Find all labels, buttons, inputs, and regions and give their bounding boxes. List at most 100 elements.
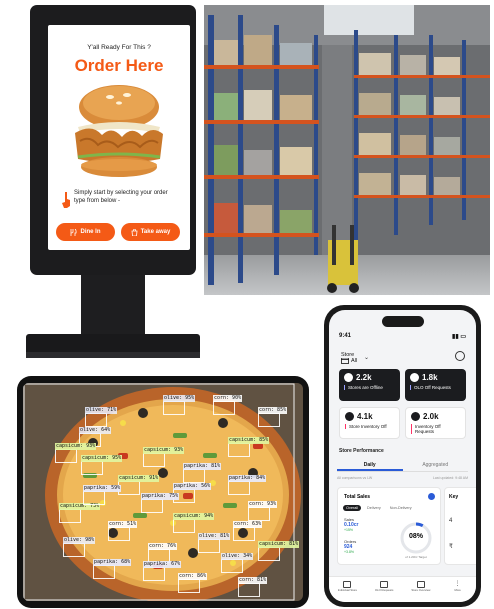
pizza-detection-screen: olive: 95% olive: 71% olive: 64% corn: 90% c…: [23, 383, 303, 601]
nav-individual-store[interactable]: Individual Store: [336, 581, 358, 602]
nav-store-overview[interactable]: Store Overview: [410, 581, 432, 602]
detection-box: [258, 547, 280, 561]
bottom-nav: Individual Store OLO Requests Store Over…: [329, 576, 476, 602]
detection-box: [173, 519, 195, 533]
detection-box: [178, 579, 200, 593]
card-value: 2.0k: [423, 412, 439, 421]
overview-icon: [416, 581, 425, 588]
nav-olo-requests[interactable]: OLO Requests: [373, 581, 395, 602]
chevron-down-icon[interactable]: ⌄: [364, 354, 369, 361]
detection-label: olive: 81%: [198, 533, 231, 540]
status-bar: 9:41 ▮▮ ▭: [339, 333, 466, 341]
donut-target: of 1.20Cr Target: [405, 555, 427, 559]
take-away-button[interactable]: Take away: [121, 223, 180, 241]
detection-label: paprika: 75%: [141, 493, 180, 500]
detection-label: capsicum: 91%: [118, 475, 160, 482]
detection-label: paprika: 67%: [143, 561, 182, 568]
dine-in-icon: [71, 228, 78, 236]
card-value: 1.8k: [422, 373, 438, 382]
detection-label: corn: 63%: [233, 521, 263, 528]
nav-label: OLO Requests: [374, 588, 394, 592]
detection-label: capsicum: 81%: [258, 541, 300, 548]
last-updated: Last updated: 9:48 AM: [432, 476, 468, 480]
detection-box: [55, 449, 77, 463]
detection-label: olive: 34%: [221, 553, 254, 560]
detection-box: [258, 413, 280, 427]
orders-change: +3.8%: [344, 550, 355, 554]
detection-box: [108, 527, 130, 541]
card-label: Store Inventory Off: [345, 424, 394, 429]
detection-label: corn: 51%: [108, 521, 138, 528]
detection-label: paprika: 59%: [83, 485, 122, 492]
detection-label: paprika: 56%: [173, 483, 212, 490]
detection-label: capsicum: 95%: [81, 455, 123, 462]
kiosk-screen: Y'all Ready For This ? Order Here Simply…: [48, 25, 190, 250]
requests-icon: [380, 581, 389, 588]
card-inventory-requests[interactable]: 2.0k Inventory Off Requests: [405, 407, 466, 439]
detection-box: [221, 559, 243, 573]
detection-box: [59, 509, 81, 523]
dine-in-label: Dine In: [80, 229, 101, 235]
key-card-currency: ₹: [449, 544, 453, 550]
phone-screen: 9:41 ▮▮ ▭ Store All ⌄ 2.2k Stores are Of…: [329, 310, 476, 602]
detection-label: olive: 98%: [63, 537, 96, 544]
key-card-value: 4: [449, 518, 453, 524]
detection-label: corn: 86%: [178, 573, 208, 580]
avatar-icon[interactable]: [455, 351, 465, 361]
detection-box: [213, 401, 235, 415]
tab-aggregated[interactable]: Aggregated: [403, 460, 469, 471]
chip-delivery[interactable]: Delivery: [364, 505, 384, 511]
burger-image: [75, 85, 163, 177]
nav-label: Individual Store: [337, 588, 358, 592]
section-title: Store Performance: [339, 448, 384, 454]
kiosk-base-edge: [26, 352, 200, 358]
more-icon: ⋮: [454, 581, 461, 587]
detection-box: [233, 527, 255, 541]
ordering-kiosk: Y'all Ready For This ? Order Here Simply…: [24, 0, 202, 372]
sales-card-title: Total Sales: [344, 494, 371, 500]
detection-box: [228, 481, 250, 495]
detection-label: corn: 93%: [248, 501, 278, 508]
store-offline-icon: [344, 373, 353, 382]
tab-daily[interactable]: Daily: [337, 460, 403, 471]
comparison-text: All comparisons vs LW: [337, 476, 373, 480]
chip-overall[interactable]: Overall: [343, 505, 362, 511]
chip-non-delivery[interactable]: Non-Delivery: [387, 505, 415, 511]
key-card-title: Key: [449, 494, 459, 500]
detection-box: [83, 491, 105, 505]
detection-box: [198, 539, 220, 553]
tablet-device: olive: 95% olive: 71% olive: 64% corn: 90% c…: [17, 376, 309, 608]
nav-label: More: [454, 588, 461, 592]
detection-label: capsicum: 93%: [55, 443, 97, 450]
total-sales-card[interactable]: Total Sales Overall Delivery Non-Deliver…: [337, 487, 441, 565]
detection-box: [143, 567, 165, 581]
detection-label: paprika: 68%: [93, 559, 132, 566]
detection-box: [118, 481, 140, 495]
arrow-right-icon[interactable]: [428, 493, 435, 500]
kiosk-instructions: Simply start by selecting your order typ…: [74, 190, 168, 204]
hand-pointer-icon: [62, 192, 70, 208]
card-olo-off[interactable]: 1.8k OLO Off Requests: [405, 369, 466, 401]
detection-box: [85, 413, 107, 427]
card-stores-offline[interactable]: 2.2k Stores are Offline: [339, 369, 400, 401]
detection-label: corn: 85%: [258, 407, 288, 414]
detection-box: [81, 461, 103, 475]
detection-box: [248, 507, 270, 521]
store-icon: [343, 581, 352, 588]
donut-value: 08%: [408, 533, 423, 540]
detection-label: olive: 71%: [85, 407, 118, 414]
key-metrics-card[interactable]: Key 4 ₹: [444, 487, 476, 565]
comparison-note: All comparisons vs LW Last updated: 9:48…: [337, 476, 468, 480]
detection-box: [183, 469, 205, 483]
detection-label: olive: 64%: [79, 427, 112, 434]
takeaway-bag-icon: [131, 228, 138, 236]
nav-more[interactable]: ⋮ More: [447, 581, 469, 602]
card-label: Inventory Off Requests: [411, 424, 460, 434]
card-inventory-off[interactable]: 4.1k Store Inventory Off: [339, 407, 400, 439]
detection-labels: olive: 95% olive: 71% olive: 64% corn: 90% c…: [23, 383, 303, 601]
store-value: All: [351, 358, 358, 364]
detection-box: [141, 499, 163, 513]
phone-device: 9:41 ▮▮ ▭ Store All ⌄ 2.2k Stores are Of…: [324, 305, 481, 607]
kiosk-bezel: Y'all Ready For This ? Order Here Simply…: [30, 5, 196, 275]
dine-in-button[interactable]: Dine In: [56, 223, 115, 241]
